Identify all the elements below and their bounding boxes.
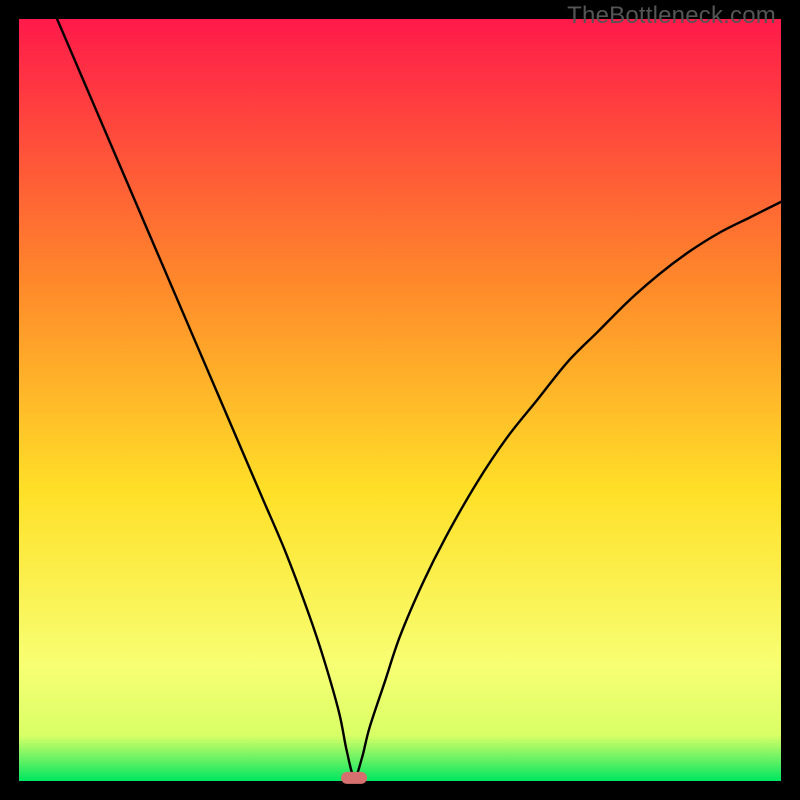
chart-frame xyxy=(19,19,781,781)
gradient-background xyxy=(19,19,781,781)
watermark-text: TheBottleneck.com xyxy=(567,2,776,30)
optimum-marker xyxy=(341,772,367,784)
plot-svg xyxy=(19,19,781,781)
